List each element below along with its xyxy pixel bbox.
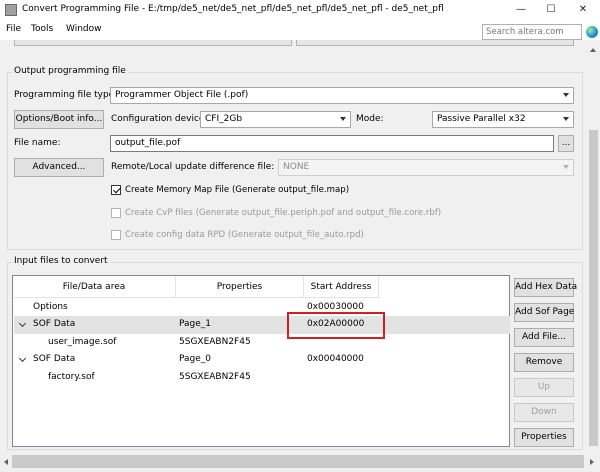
remote-diff-value: NONE	[283, 162, 310, 172]
add-hex-data-button[interactable]: Add Hex Data	[514, 278, 577, 297]
rpd-checkbox[interactable]	[111, 230, 121, 240]
title-bar: Convert Programming File - E:/tmp/de5_ne…	[0, 0, 600, 20]
file-type-value: Programmer Object File (.pof)	[115, 90, 249, 100]
maximize-button[interactable]: ☐	[536, 0, 566, 20]
row-properties: 5SGXEABN2F45	[179, 372, 251, 382]
row-file: Options	[33, 302, 68, 312]
row-address: 0x00030000	[307, 302, 364, 312]
file-type-label: Programming file type:	[14, 90, 118, 100]
table-row[interactable]: user_image.sof 5SGXEABN2F45	[14, 334, 510, 352]
browse-button[interactable]: ...	[558, 135, 574, 152]
mode-label: Mode:	[356, 114, 384, 124]
row-file: SOF Data	[33, 319, 76, 329]
output-group-label: Output programming file	[12, 66, 128, 76]
chevron-down-icon[interactable]	[18, 319, 27, 328]
row-file: factory.sof	[48, 372, 95, 382]
cut-off-control	[296, 40, 574, 46]
config-device-select[interactable]: CFI_2Gb	[200, 111, 351, 128]
options-boot-button[interactable]: Options/Boot info...	[14, 110, 104, 129]
scroll-left-icon[interactable]	[4, 459, 8, 465]
input-group-label: Input files to convert	[12, 256, 110, 266]
row-properties: Page_0	[179, 354, 212, 364]
file-name-input[interactable]: output_file.pof	[110, 135, 554, 152]
row-file: user_image.sof	[48, 337, 117, 347]
app-icon	[5, 4, 17, 16]
mode-value: Passive Parallel x32	[437, 114, 526, 124]
row-file: SOF Data	[33, 354, 76, 364]
menu-window[interactable]: Window	[66, 24, 102, 34]
scrollbar-thumb[interactable]	[589, 130, 598, 446]
globe-icon[interactable]	[586, 26, 598, 38]
column-header-properties[interactable]: Properties	[176, 276, 304, 298]
search-input[interactable]: Search altera.com	[482, 24, 582, 40]
down-button[interactable]: Down	[514, 403, 574, 422]
menu-tools[interactable]: Tools	[31, 24, 53, 34]
highlight-box	[287, 312, 385, 339]
file-name-label: File name:	[14, 138, 61, 148]
remote-diff-select[interactable]: NONE	[278, 159, 574, 176]
config-device-value: CFI_2Gb	[205, 114, 243, 124]
scroll-up-icon[interactable]	[590, 48, 596, 52]
mode-select[interactable]: Passive Parallel x32	[432, 111, 574, 128]
advanced-button[interactable]: Advanced...	[14, 158, 104, 177]
row-properties: Page_1	[179, 319, 212, 329]
add-sof-page-button[interactable]: Add Sof Page	[514, 303, 574, 322]
column-header-file[interactable]: File/Data area	[13, 276, 176, 298]
chevron-down-icon	[563, 93, 569, 97]
memory-map-checkbox[interactable]	[111, 185, 121, 195]
horizontal-scrollbar-thumb[interactable]	[12, 455, 584, 468]
table-row[interactable]: factory.sof 5SGXEABN2F45	[14, 369, 510, 387]
row-properties: 5SGXEABN2F45	[179, 337, 251, 347]
minimize-button[interactable]: —	[506, 0, 536, 20]
remote-diff-label: Remote/Local update difference file:	[111, 162, 275, 172]
properties-button[interactable]: Properties	[514, 428, 574, 447]
scroll-right-icon[interactable]	[590, 459, 594, 465]
table-row[interactable]: SOF Data Page_0 0x00040000	[14, 351, 510, 369]
add-file-button[interactable]: Add File...	[514, 328, 574, 347]
close-button[interactable]: ✕	[568, 0, 598, 20]
chevron-down-icon	[563, 117, 569, 121]
table-row[interactable]: Options 0x00030000	[14, 299, 510, 317]
input-files-table: File/Data area Properties Start Address …	[12, 275, 510, 447]
window-title: Convert Programming File - E:/tmp/de5_ne…	[22, 4, 444, 14]
cvp-files-label: Create CvP files (Generate output_file.p…	[125, 208, 442, 218]
cvp-files-checkbox[interactable]	[111, 208, 121, 218]
chevron-down-icon	[563, 165, 569, 169]
up-button[interactable]: Up	[514, 378, 574, 397]
menu-file[interactable]: File	[6, 24, 21, 34]
remove-button[interactable]: Remove	[514, 353, 574, 372]
memory-map-label: Create Memory Map File (Generate output_…	[125, 185, 350, 195]
column-header-start-address[interactable]: Start Address	[304, 276, 379, 298]
config-device-label: Configuration device:	[111, 114, 208, 124]
row-address: 0x00040000	[307, 354, 364, 364]
chevron-down-icon	[340, 117, 346, 121]
cut-off-control	[14, 40, 292, 46]
rpd-label: Create config data RPD (Generate output_…	[125, 230, 364, 240]
table-row[interactable]: SOF Data Page_1 0x02A00000	[14, 316, 510, 334]
chevron-down-icon[interactable]	[18, 354, 27, 363]
file-type-select[interactable]: Programmer Object File (.pof)	[110, 87, 574, 104]
